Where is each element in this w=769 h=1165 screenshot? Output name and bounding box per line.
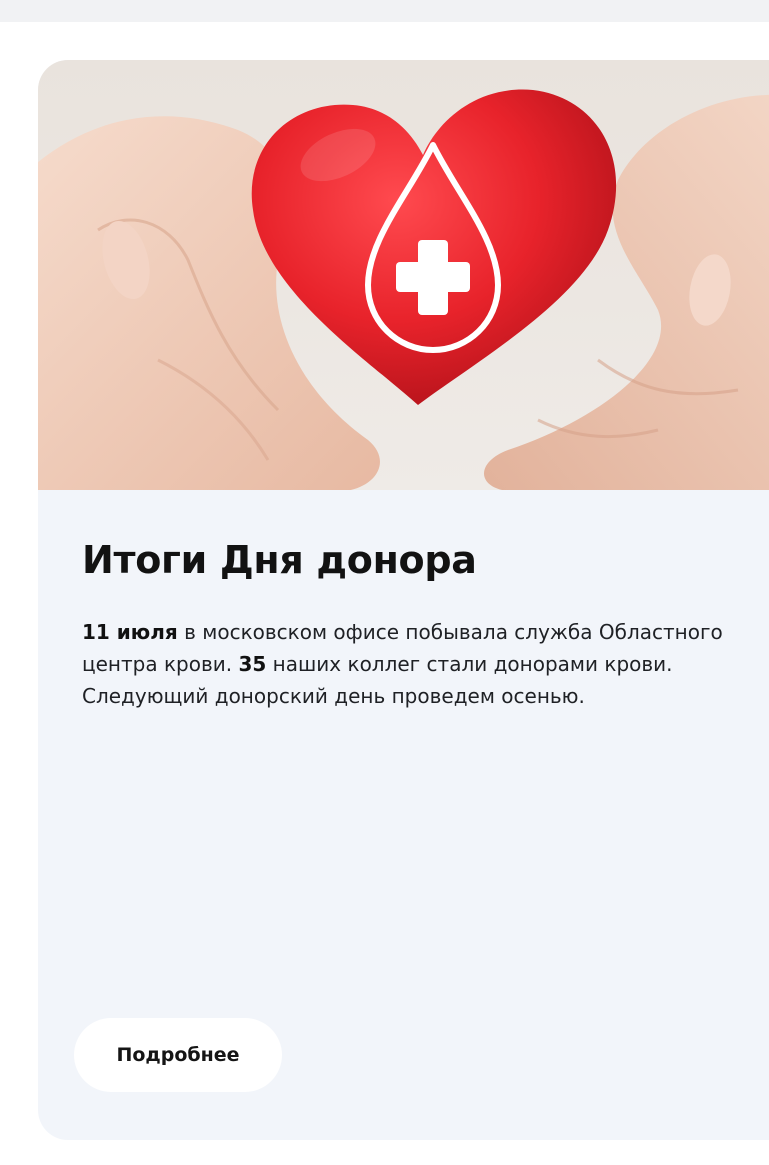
news-card[interactable]: Итоги Дня донора 11 июля в московском оф… [38,60,769,1140]
event-date: 11 июля [82,620,178,644]
hands-heart-illustration [38,89,769,490]
donor-count: 35 [238,652,267,676]
card-description: 11 июля в московском офисе побывала служ… [82,616,769,712]
card-title: Итоги Дня донора [82,538,477,582]
card-image [38,60,769,490]
top-strip [0,0,769,22]
more-button[interactable]: Подробнее [74,1018,282,1092]
